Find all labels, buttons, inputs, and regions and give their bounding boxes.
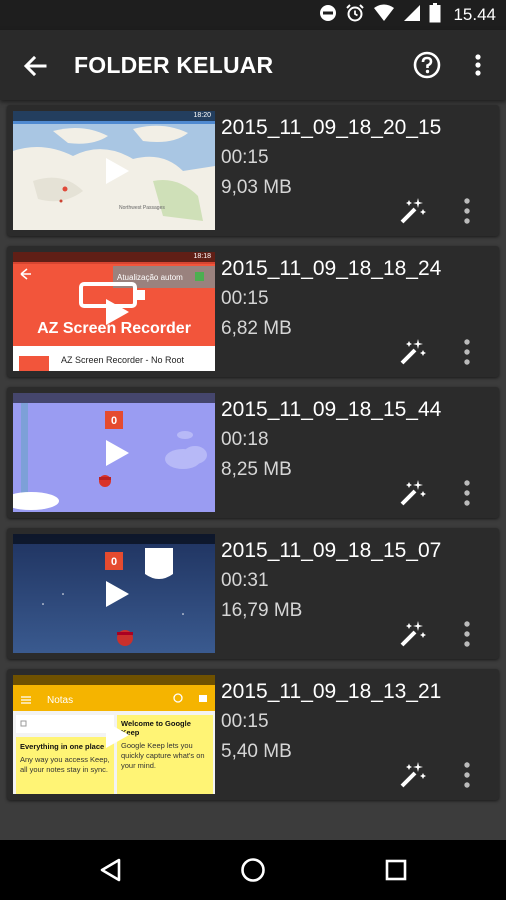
play-icon[interactable] [104, 721, 130, 749]
more-vert-icon [464, 621, 470, 647]
item-menu-button[interactable] [457, 337, 477, 367]
alarm-icon [345, 3, 365, 28]
nav-recents-icon [385, 859, 407, 881]
play-icon[interactable] [104, 580, 130, 608]
recording-size: 5,40 MB [221, 741, 292, 762]
game-score: 0 [111, 556, 117, 568]
thumbnail-status-bar: 18:20 [13, 111, 215, 121]
magic-wand-icon [400, 621, 426, 647]
item-menu-button[interactable] [457, 619, 477, 649]
recording-size: 6,82 MB [221, 318, 292, 339]
recording-duration: 00:15 [221, 711, 269, 732]
app-bar: FOLDER KELUAR [0, 30, 506, 100]
nav-home-button[interactable] [238, 855, 268, 885]
note-left-title: Everything in one place [20, 742, 104, 751]
help-button[interactable] [412, 50, 442, 80]
video-thumbnail[interactable]: Atualização autom AZ Screen Recorder AZ … [13, 252, 215, 371]
magic-wand-icon [400, 762, 426, 788]
thumbnail-status-bar [13, 393, 215, 403]
recording-size: 9,03 MB [221, 177, 292, 198]
recording-filename: 2015_11_09_18_20_15 [221, 116, 442, 139]
recording-duration: 00:15 [221, 288, 269, 309]
recording-duration: 00:15 [221, 147, 269, 168]
recording-card[interactable]: 0 2015_11_09_18_15_07 00:31 16,79 MB [7, 528, 499, 659]
video-thumbnail[interactable]: Northwest Passages 18:20 [13, 111, 215, 230]
more-vert-icon [464, 480, 470, 506]
note-right-title: Welcome to Google Keep [121, 719, 191, 737]
toast-text: Atualização autom [117, 273, 183, 282]
nav-back-icon [100, 858, 121, 882]
recording-duration: 00:18 [221, 429, 269, 450]
more-vert-icon [464, 339, 470, 365]
game-score: 0 [111, 415, 117, 427]
item-menu-button[interactable] [457, 478, 477, 508]
magic-wand-icon [400, 198, 426, 224]
note-left-body: Any way you access Keep, all your notes … [20, 755, 110, 774]
arrow-back-icon [23, 55, 47, 77]
play-icon[interactable] [104, 298, 130, 326]
thumbnail-status-bar [13, 534, 215, 544]
edit-video-button[interactable] [398, 337, 428, 367]
nav-recents-button[interactable] [381, 855, 411, 885]
thumbnail-status-bar: 18:18 [13, 252, 215, 262]
recording-card[interactable]: Notas Everything in one place Any way yo… [7, 669, 499, 800]
edit-video-button[interactable] [398, 478, 428, 508]
video-thumbnail[interactable]: 0 [13, 393, 215, 512]
nav-home-icon [241, 858, 265, 882]
note-right-body: Google Keep lets you quickly capture wha… [121, 741, 205, 770]
play-icon[interactable] [104, 439, 130, 467]
recording-size: 8,25 MB [221, 459, 292, 480]
back-button[interactable] [18, 49, 52, 83]
recording-size: 16,79 MB [221, 600, 303, 621]
recording-filename: 2015_11_09_18_15_44 [221, 398, 442, 421]
recording-card[interactable]: Northwest Passages 18:20 2015_11_09_18_2… [7, 105, 499, 236]
app-sublabel-text: AZ Screen Recorder - No Root [61, 355, 185, 365]
video-thumbnail[interactable]: Notas Everything in one place Any way yo… [13, 675, 215, 794]
battery-icon [429, 2, 441, 28]
more-vert-icon [464, 198, 470, 224]
edit-video-button[interactable] [398, 760, 428, 790]
status-time: 15.44 [453, 5, 496, 24]
do-not-disturb-icon [319, 4, 337, 27]
overflow-menu-button[interactable] [466, 50, 490, 80]
recording-filename: 2015_11_09_18_13_21 [221, 680, 442, 703]
navigation-bar [0, 840, 506, 900]
edit-video-button[interactable] [398, 619, 428, 649]
item-menu-button[interactable] [457, 760, 477, 790]
status-bar: 15.44 [0, 0, 506, 30]
recording-filename: 2015_11_09_18_18_24 [221, 257, 442, 280]
recording-duration: 00:31 [221, 570, 269, 591]
magic-wand-icon [400, 339, 426, 365]
item-menu-button[interactable] [457, 196, 477, 226]
signal-icon [403, 4, 421, 27]
edit-video-button[interactable] [398, 196, 428, 226]
thumbnail-status-bar [13, 675, 215, 685]
wifi-icon [373, 4, 395, 27]
more-vert-icon [475, 54, 481, 76]
recording-card[interactable]: 0 2015_11_09_18_15_44 00:18 8,25 MB [7, 387, 499, 518]
video-thumbnail[interactable]: 0 [13, 534, 215, 653]
more-vert-icon [464, 762, 470, 788]
help-circle-icon [413, 51, 441, 79]
nav-back-button[interactable] [96, 855, 126, 885]
recording-filename: 2015_11_09_18_15_07 [221, 539, 442, 562]
page-title: FOLDER KELUAR [74, 52, 274, 78]
magic-wand-icon [400, 480, 426, 506]
recording-card[interactable]: Atualização autom AZ Screen Recorder AZ … [7, 246, 499, 377]
keep-app-title: Notas [47, 695, 73, 706]
play-icon[interactable] [104, 157, 130, 185]
map-label: Northwest Passages [119, 205, 165, 211]
